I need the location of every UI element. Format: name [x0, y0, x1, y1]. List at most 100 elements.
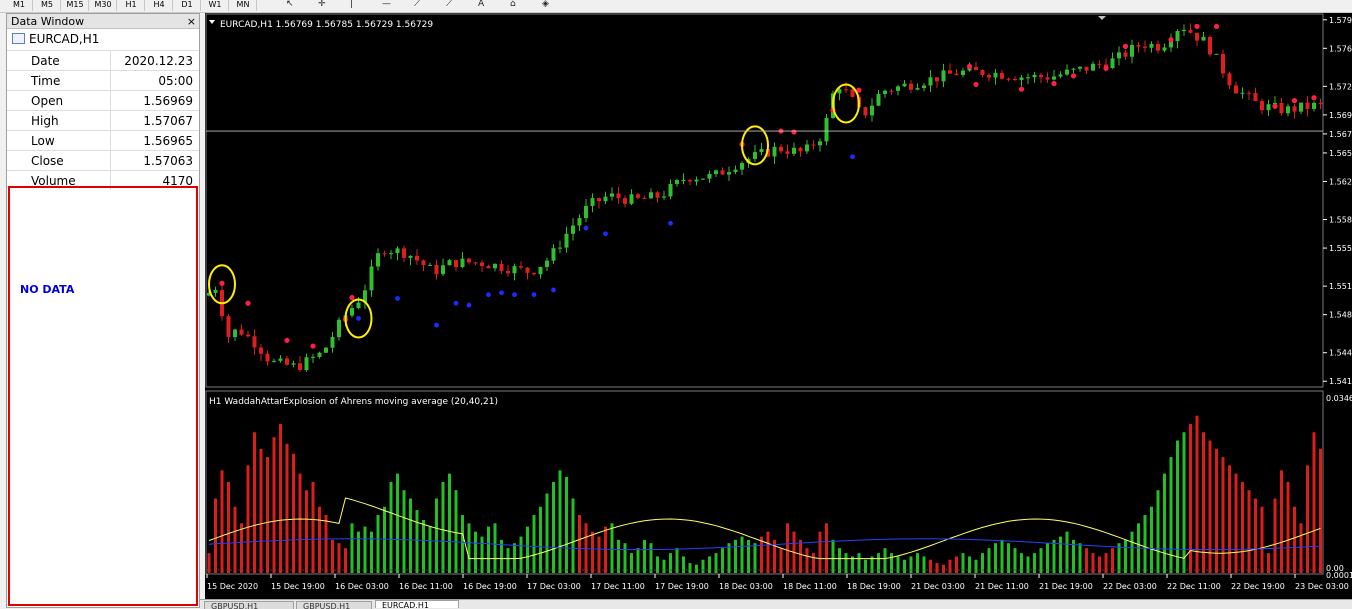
indicator-bar: [1312, 432, 1316, 573]
indicator-bar: [578, 515, 581, 573]
indicator-bar: [467, 523, 471, 573]
indicator-bar: [357, 531, 360, 573]
timeframe-h1[interactable]: H1: [118, 0, 145, 11]
sell-signal-dot: [1070, 73, 1077, 79]
timeframe-m1[interactable]: M1: [6, 0, 33, 11]
indicator-bar: [929, 559, 932, 573]
data-row-label: Time: [31, 74, 61, 88]
candle-body: [941, 70, 946, 82]
timeframe-d1[interactable]: D1: [174, 0, 201, 11]
candle-body: [259, 347, 263, 354]
candle-body: [1123, 52, 1128, 57]
candle-body: [1214, 53, 1219, 55]
indicator-bar: [948, 559, 952, 573]
no-data-highlight: NO DATA: [8, 186, 198, 606]
timeframe-w1[interactable]: W1: [202, 0, 229, 11]
candle-body: [1305, 102, 1310, 109]
label-icon[interactable]: ⌂: [510, 0, 516, 9]
sell-signal-dot: [1272, 103, 1278, 109]
candle-body: [935, 77, 939, 82]
indicator-bar: [662, 559, 666, 573]
data-row-value: 1.56969: [143, 94, 193, 108]
candle-body: [213, 289, 218, 293]
indicator-bar: [422, 520, 425, 573]
indicator-bar: [1111, 548, 1114, 573]
data-row-low: Low 1.56965: [7, 130, 199, 150]
candle-body: [571, 225, 575, 234]
candle-body: [226, 316, 231, 338]
chart-area[interactable]: 1.579 1.576 1.572 1.569 1.567 1.565 1.562 1.558…: [205, 13, 1352, 599]
candle-body: [1045, 77, 1050, 80]
text-icon[interactable]: A: [478, 0, 484, 9]
indicator-bar: [363, 526, 367, 573]
indicator-bar: [1247, 490, 1251, 573]
data-row-label: High: [31, 114, 59, 128]
indicator-bar: [220, 470, 224, 573]
indicator-bar: [617, 539, 620, 573]
indicator-bar: [747, 539, 750, 573]
indicator-bar: [994, 543, 997, 573]
cursor-icon[interactable]: ↖: [286, 0, 294, 9]
timeframe-mn[interactable]: MN: [230, 0, 257, 11]
sell-signal-dot: [310, 343, 316, 349]
price-tick-label: 1.576: [1329, 44, 1352, 53]
candle-body: [525, 267, 530, 273]
candle-body: [1175, 31, 1180, 42]
indicator-bar: [337, 543, 341, 573]
timeframe-m15[interactable]: M15: [62, 0, 89, 11]
candle-body: [317, 352, 322, 357]
price-axis: 1.579 1.576 1.572 1.569 1.567 1.565 1.562 1.558…: [1323, 13, 1352, 599]
candle-body: [590, 198, 595, 206]
indicator-bar: [1293, 506, 1296, 573]
symbol-label: EURCAD,H1: [29, 32, 100, 46]
candle-body: [772, 146, 777, 157]
indicator-bar: [740, 536, 744, 573]
candle-body: [454, 260, 458, 268]
candle-body: [304, 357, 309, 370]
crosshair-icon[interactable]: ✛: [318, 0, 326, 9]
vertical-line-icon[interactable]: |: [350, 0, 353, 9]
time-tick-label: 15 Dec 19:00: [271, 582, 325, 591]
candle-body: [961, 70, 965, 76]
candle-body: [421, 260, 426, 266]
tab-eurcad[interactable]: EURCAD,H1: [375, 600, 459, 608]
candle-body: [922, 85, 926, 89]
buy-signal-dot: [512, 292, 517, 298]
shapes-dropdown-icon[interactable]: ◈: [542, 0, 549, 9]
sell-signal-dot: [1291, 98, 1298, 104]
fibonacci-fan-icon[interactable]: ⟋: [446, 0, 452, 9]
indicator-bar: [591, 531, 594, 573]
candle-body: [246, 334, 250, 337]
indicator-bar: [1254, 498, 1257, 573]
price-tick-label: 1.565: [1329, 149, 1352, 158]
candle-body: [1240, 92, 1245, 94]
indicator-bar: [376, 515, 380, 573]
time-tick-label: 21 Dec 03:00: [911, 582, 965, 591]
indicator-bar: [396, 473, 399, 573]
indicator-bar: [240, 523, 243, 573]
timeframe-m30[interactable]: M30: [90, 0, 117, 11]
candle-body: [909, 83, 913, 90]
candle-body: [993, 72, 998, 78]
horizontal-line-icon[interactable]: —: [382, 0, 391, 9]
candle-body: [792, 147, 796, 154]
indicator-bar: [415, 510, 419, 573]
timeframe-m5[interactable]: M5: [34, 0, 61, 11]
timeframe-h4[interactable]: H4: [146, 0, 173, 11]
indicator-bar: [935, 563, 939, 573]
candle-body: [278, 358, 283, 361]
close-icon[interactable]: ×: [187, 14, 196, 29]
indicator-bar: [532, 515, 536, 573]
candle-body: [616, 193, 621, 199]
indicator-bar: [506, 548, 510, 573]
candle-body: [584, 205, 588, 219]
indicator-bar: [331, 539, 334, 573]
indicator-bar: [766, 531, 770, 573]
indicator-bar: [448, 473, 451, 573]
indicator-bar: [825, 523, 828, 573]
time-tick-label: 21 Dec 19:00: [1039, 582, 1093, 591]
price-tick-label: 1.562: [1329, 177, 1352, 186]
fibonacci-icon[interactable]: ⟋: [414, 0, 420, 9]
indicator-bar: [1228, 465, 1231, 573]
candle-body: [974, 66, 978, 71]
